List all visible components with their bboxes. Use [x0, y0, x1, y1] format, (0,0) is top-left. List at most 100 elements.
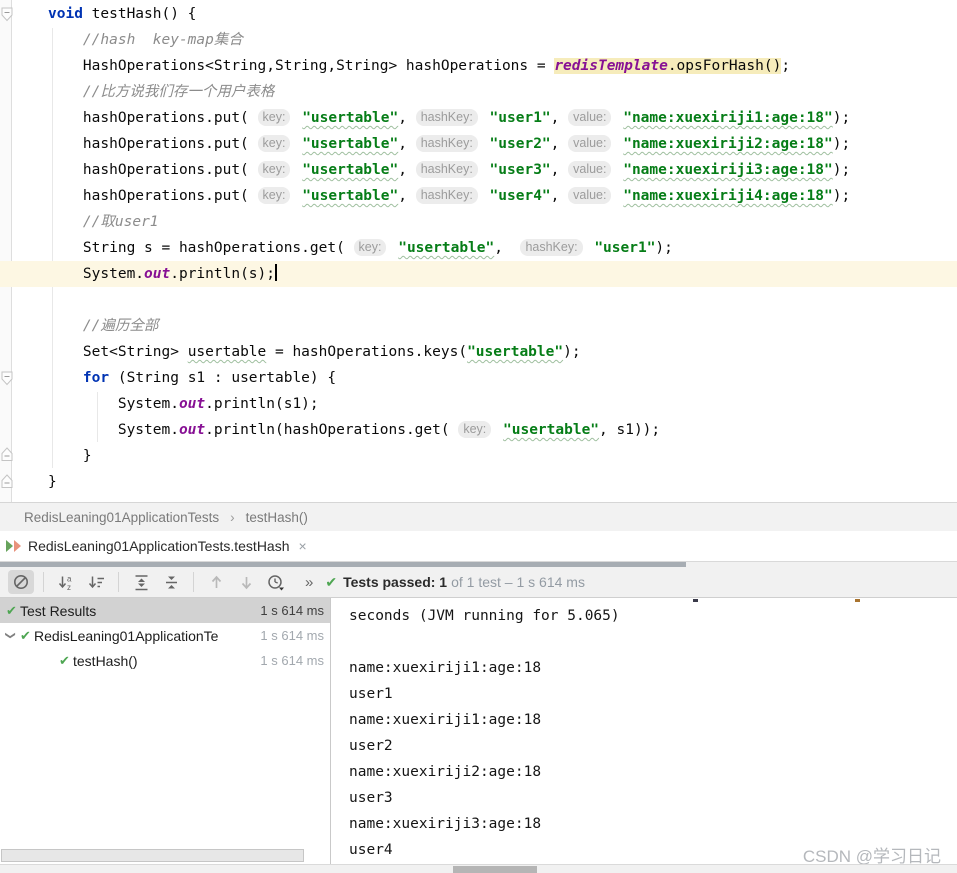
code-token: ; [781, 58, 791, 74]
code-line[interactable]: void testHash() { [0, 1, 957, 27]
breadcrumb-method[interactable]: testHash() [246, 510, 308, 525]
tree-horizontal-scrollbar[interactable] [1, 849, 304, 862]
fold-marker-end-icon[interactable] [1, 447, 13, 462]
clock-icon [268, 574, 284, 590]
panel-splitter[interactable] [0, 562, 686, 567]
code-token: "user2" [489, 136, 551, 152]
console-lines: seconds (JVM running for 5.065) name:xuex… [331, 598, 957, 863]
parameter-hint: key: [257, 109, 291, 126]
fold-marker-expanded-icon[interactable] [1, 371, 13, 386]
code-token: testHash() { [82, 6, 197, 22]
console-line: user1 [349, 686, 393, 702]
code-editor[interactable]: void testHash() { //hash key-map集合 HashO… [0, 0, 957, 502]
tree-row-label: Test Results [20, 602, 97, 619]
arrow-up-icon [211, 575, 221, 588]
code-line[interactable]: for (String s1 : usertable) { [0, 365, 957, 391]
scrollbar-thumb[interactable] [453, 866, 537, 873]
code-lines: void testHash() { //hash key-map集合 HashO… [0, 1, 957, 495]
code-line[interactable] [0, 287, 957, 313]
code-token: "name:xuexiriji1:age:18" [623, 110, 833, 126]
code-line[interactable]: } [0, 469, 957, 495]
close-tab-icon[interactable]: × [299, 538, 307, 554]
code-token: out [178, 422, 206, 438]
code-token: //遍历全部 [82, 318, 159, 334]
code-line[interactable]: //取user1 [0, 209, 957, 235]
code-token: //取user1 [82, 214, 159, 230]
expand-all-icon [135, 574, 147, 590]
code-token: ); [563, 344, 581, 360]
code-line[interactable]: HashOperations<String,String,String> has… [0, 53, 957, 79]
code-line[interactable]: hashOperations.put( key: "usertable", ha… [0, 157, 957, 183]
breadcrumb-class[interactable]: RedisLeaning01ApplicationTests [24, 510, 219, 525]
code-token: , [398, 136, 416, 152]
test-history-button[interactable] [263, 570, 289, 594]
test-status: ✔ Tests passed: 1 of 1 test – 1 s 614 ms [325, 574, 585, 591]
console-line: user3 [349, 790, 393, 806]
code-line[interactable]: hashOperations.put( key: "usertable", ha… [0, 131, 957, 157]
tab-test-run[interactable]: RedisLeaning01ApplicationTests.testHash … [0, 531, 317, 561]
sort-duration-icon [88, 576, 104, 588]
check-icon: ✔ [20, 627, 31, 643]
clipped-log-fragment [855, 599, 860, 602]
chevron-down-icon[interactable]: ❯ [5, 629, 16, 643]
code-line[interactable]: //hash key-map集合 [0, 27, 957, 53]
breadcrumb: RedisLeaning01ApplicationTests › testHas… [0, 502, 957, 531]
previous-occurrence-button[interactable] [203, 570, 229, 594]
fold-marker-expanded-icon[interactable] [1, 7, 13, 22]
tree-row-test-method[interactable]: ✔ testHash() 1 s 614 ms [0, 648, 330, 673]
code-token: hashOperations.put( [48, 110, 258, 126]
test-results-tree: ✔ Test Results 1 s 614 ms ❯ ✔ RedisLeani… [0, 598, 330, 864]
code-line[interactable]: } [0, 443, 957, 469]
code-token: //比方说我们存一个用户表格 [82, 84, 275, 100]
code-token: "user3" [489, 162, 551, 178]
code-line[interactable]: hashOperations.put( key: "usertable", ha… [0, 183, 957, 209]
code-token: String s = hashOperations.get( [48, 240, 354, 256]
code-token: .opsForHash() [667, 58, 782, 74]
code-token: void [48, 6, 83, 22]
sort-by-duration-button[interactable] [83, 570, 109, 594]
code-line[interactable]: System.out.println(s1); [0, 391, 957, 417]
code-token: } [48, 474, 57, 490]
code-line[interactable]: Set<String> usertable = hashOperations.k… [0, 339, 957, 365]
code-token: ); [832, 110, 851, 126]
expand-all-button[interactable] [128, 570, 154, 594]
code-token: , [550, 188, 569, 204]
console-output[interactable]: seconds (JVM running for 5.065) name:xuex… [331, 598, 957, 864]
arrow-down-icon [241, 576, 251, 589]
code-token: "user1" [594, 240, 656, 256]
code-line[interactable]: //比方说我们存一个用户表格 [0, 79, 957, 105]
code-token: System. [48, 396, 179, 412]
code-token: hashOperations.put( [48, 162, 258, 178]
console-line: name:xuexiriji2:age:18 [349, 764, 542, 780]
next-occurrence-button[interactable] [233, 570, 259, 594]
hide-passed-button[interactable] [8, 570, 34, 594]
more-actions-icon[interactable]: » [305, 574, 313, 591]
toolbar-separator [43, 572, 44, 592]
code-token: .println(s1); [205, 396, 319, 412]
sort-alpha-icon: a z [58, 574, 72, 591]
parameter-hint: key: [257, 135, 291, 152]
code-token: ); [832, 162, 851, 178]
parameter-hint: value: [568, 161, 612, 178]
fold-marker-end-icon[interactable] [1, 474, 13, 489]
code-line[interactable]: System.out.println(hashOperations.get( k… [0, 417, 957, 443]
sort-alphabetically-button[interactable]: a z [53, 570, 79, 594]
tree-row-test-class[interactable]: ❯ ✔ RedisLeaning01ApplicationTe 1 s 614 … [0, 623, 330, 648]
code-line[interactable]: //遍历全部 [0, 313, 957, 339]
collapse-all-button[interactable] [158, 570, 184, 594]
code-line[interactable]: hashOperations.put( key: "usertable", ha… [0, 105, 957, 131]
code-token: "user4" [489, 188, 551, 204]
check-icon: ✔ [6, 602, 17, 618]
code-line[interactable]: String s = hashOperations.get( key: "use… [0, 235, 957, 261]
code-line[interactable]: System.out.println(s); [0, 261, 957, 287]
tree-row-test-results[interactable]: ✔ Test Results 1 s 614 ms [0, 598, 330, 623]
code-token: , [398, 188, 416, 204]
